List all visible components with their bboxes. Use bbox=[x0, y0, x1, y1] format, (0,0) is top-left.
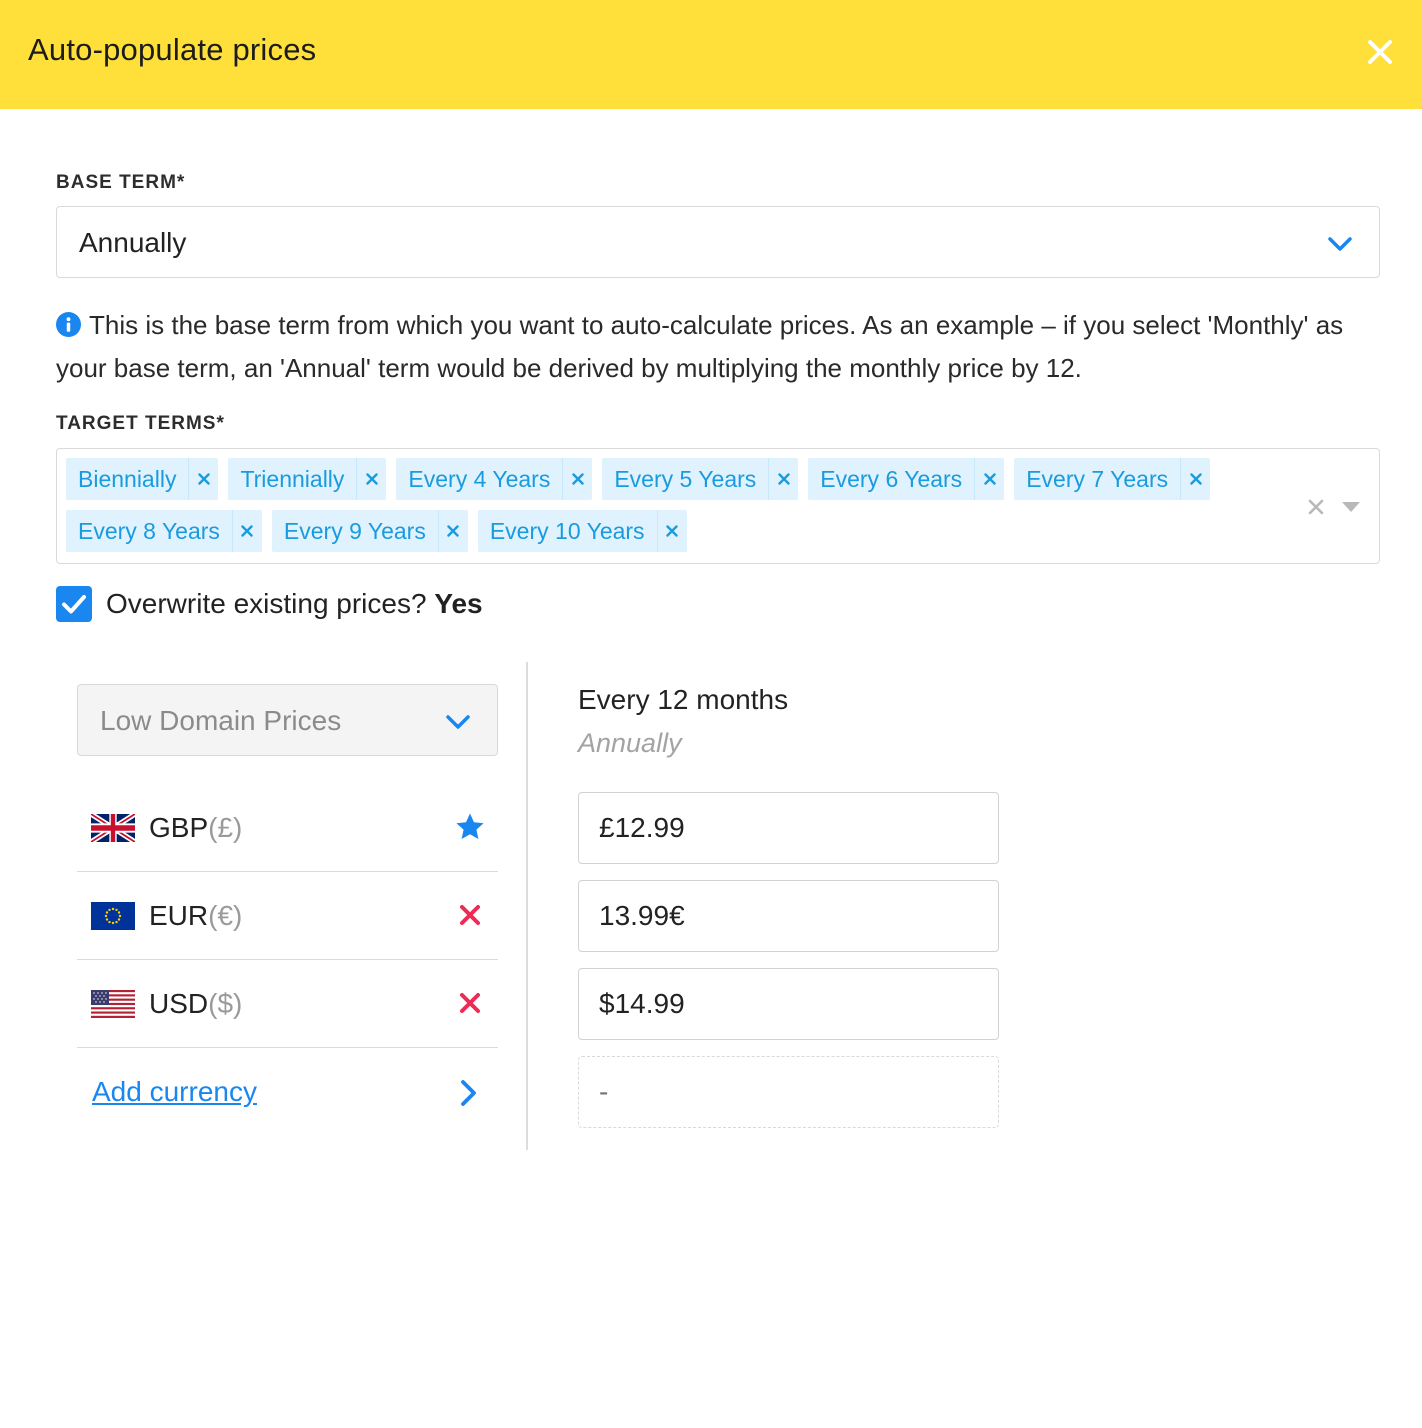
remove-tag-icon[interactable] bbox=[768, 458, 798, 500]
currency-symbol: (€) bbox=[208, 900, 243, 931]
star-icon[interactable] bbox=[455, 812, 485, 842]
caret-down-icon[interactable] bbox=[1341, 501, 1361, 513]
term-tag-label: Every 10 Years bbox=[489, 518, 645, 544]
checkmark-icon bbox=[62, 595, 86, 614]
base-term-help: This is the base term from which you wan… bbox=[56, 304, 1346, 390]
price-list-value: Low Domain Prices bbox=[100, 705, 342, 736]
remove-tag-icon[interactable] bbox=[974, 458, 1004, 500]
chevron-right-icon[interactable] bbox=[456, 1078, 482, 1108]
overwrite-checkbox[interactable] bbox=[56, 586, 92, 622]
term-tag-label: Every 7 Years bbox=[1026, 466, 1169, 492]
remove-tag-icon[interactable] bbox=[356, 458, 386, 500]
term-tag: Triennially bbox=[228, 458, 387, 500]
price-input-eur[interactable] bbox=[578, 880, 999, 952]
overwrite-question: Overwrite existing prices? bbox=[106, 588, 427, 619]
close-icon[interactable] bbox=[1362, 34, 1398, 70]
term-tag: Every 9 Years bbox=[271, 510, 468, 552]
term-tag-label: Every 9 Years bbox=[283, 518, 426, 544]
price-list-select[interactable]: Low Domain Prices bbox=[77, 684, 498, 756]
term-tag-label: Triennially bbox=[240, 466, 345, 492]
overwrite-value: Yes bbox=[434, 588, 483, 619]
currency-label: USD($) bbox=[149, 988, 242, 1020]
remove-icon[interactable] bbox=[455, 900, 485, 930]
clear-all-icon[interactable] bbox=[1305, 496, 1327, 518]
eu-flag-icon bbox=[91, 902, 135, 930]
price-input-gbp[interactable] bbox=[578, 792, 999, 864]
term-tag-label: Every 6 Years bbox=[820, 466, 963, 492]
term-tag: Every 4 Years bbox=[396, 458, 593, 500]
modal-title: Auto-populate prices bbox=[28, 32, 317, 67]
currency-symbol: (£) bbox=[208, 812, 243, 843]
column-divider bbox=[526, 662, 528, 1150]
term-tag: Every 6 Years bbox=[808, 458, 1005, 500]
target-terms-multiselect[interactable]: Biennially Triennially Every 4 Years Eve… bbox=[56, 448, 1380, 564]
remove-icon[interactable] bbox=[455, 988, 485, 1018]
term-tag: Every 7 Years bbox=[1014, 458, 1211, 500]
currency-row-usd: USD($) bbox=[77, 960, 498, 1048]
base-term-label: BASE TERM* bbox=[56, 172, 186, 193]
term-subtitle: Annually bbox=[578, 728, 682, 758]
term-tag-label: Biennially bbox=[78, 466, 177, 492]
target-terms-label: TARGET TERMS* bbox=[56, 413, 225, 434]
remove-tag-icon[interactable] bbox=[437, 510, 468, 552]
remove-tag-icon[interactable] bbox=[1180, 458, 1210, 500]
term-tag-label: Every 4 Years bbox=[408, 466, 551, 492]
us-flag-icon bbox=[91, 990, 135, 1018]
price-input-new[interactable] bbox=[578, 1056, 999, 1128]
remove-tag-icon[interactable] bbox=[656, 510, 687, 552]
overwrite-label: Overwrite existing prices? Yes bbox=[106, 588, 483, 620]
currency-code: GBP bbox=[149, 812, 209, 843]
currency-code: USD bbox=[149, 988, 209, 1019]
base-term-help-text: This is the base term from which you wan… bbox=[56, 310, 1344, 383]
chevron-down-icon bbox=[446, 715, 470, 729]
chevron-down-icon bbox=[1328, 237, 1352, 251]
uk-flag-icon bbox=[91, 814, 135, 842]
currency-label: GBP(£) bbox=[149, 812, 242, 844]
currency-code: EUR bbox=[149, 900, 209, 931]
term-tag-label: Every 5 Years bbox=[614, 466, 757, 492]
term-tag: Every 5 Years bbox=[602, 458, 799, 500]
base-term-value: Annually bbox=[79, 227, 187, 258]
term-tag: Biennially bbox=[66, 458, 219, 500]
target-terms-tags: Biennially Triennially Every 4 Years Eve… bbox=[66, 458, 1246, 552]
currency-row-eur: EUR(€) bbox=[77, 872, 498, 960]
term-tag: Every 8 Years bbox=[66, 510, 262, 552]
term-tag: Every 10 Years bbox=[477, 510, 687, 552]
remove-tag-icon[interactable] bbox=[562, 458, 592, 500]
currency-label: EUR(€) bbox=[149, 900, 242, 932]
add-currency-link[interactable]: Add currency bbox=[92, 1076, 257, 1108]
modal-header: Auto-populate prices bbox=[0, 0, 1422, 109]
currency-symbol: ($) bbox=[208, 988, 243, 1019]
base-term-select[interactable]: Annually bbox=[56, 206, 1380, 278]
price-input-usd[interactable] bbox=[578, 968, 999, 1040]
term-tag-label: Every 8 Years bbox=[78, 518, 220, 544]
remove-tag-icon[interactable] bbox=[188, 458, 218, 500]
remove-tag-icon[interactable] bbox=[231, 510, 262, 552]
info-icon bbox=[56, 312, 81, 337]
currency-row-gbp: GBP(£) bbox=[77, 784, 498, 872]
term-title: Every 12 months bbox=[578, 684, 789, 715]
